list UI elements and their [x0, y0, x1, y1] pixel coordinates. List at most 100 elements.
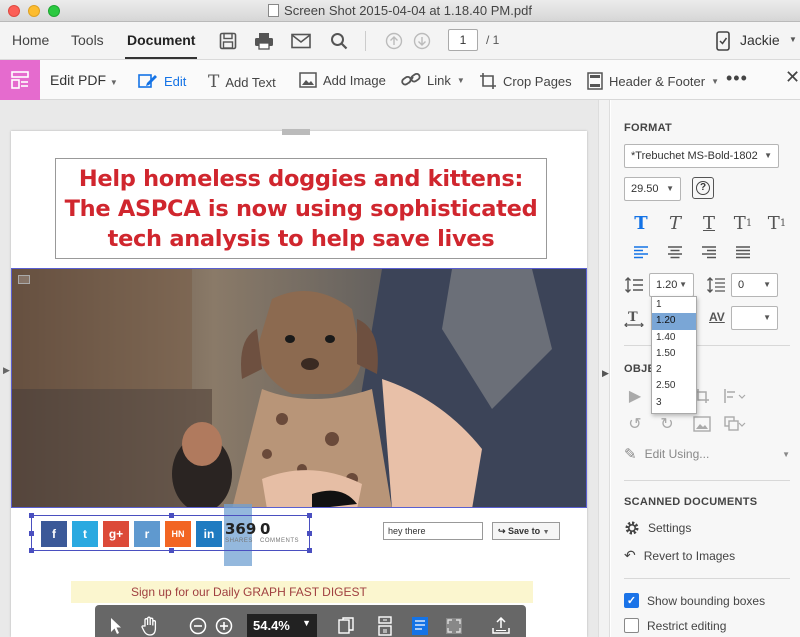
- social-share-bar[interactable]: f t g+ r HN in 369 SHARES 0 COMMENTS: [29, 513, 312, 553]
- left-pane-toggle-icon[interactable]: ▶: [3, 365, 10, 376]
- align-center-icon[interactable]: [658, 241, 692, 263]
- arrange-objects-icon[interactable]: [724, 385, 746, 407]
- bounding-box-handle[interactable]: [29, 548, 34, 553]
- scrolling-mode-icon[interactable]: [374, 615, 396, 637]
- comment-input[interactable]: hey there: [383, 522, 483, 540]
- show-bounding-boxes-option[interactable]: ✓ Show bounding boxes: [624, 593, 765, 608]
- link-button[interactable]: Link ▼: [401, 72, 465, 88]
- headline-text-box[interactable]: Help homeless doggies and kittens: The A…: [55, 158, 547, 259]
- zoom-out-icon[interactable]: [187, 615, 209, 637]
- rotate-right-icon[interactable]: ↻: [656, 413, 678, 435]
- rotate-left-icon[interactable]: ↺: [624, 413, 646, 435]
- pdf-page[interactable]: Help homeless doggies and kittens: The A…: [11, 131, 587, 637]
- line-spacing-option[interactable]: 2: [652, 362, 696, 378]
- download-icon[interactable]: [490, 615, 512, 637]
- bounding-box-handle[interactable]: [29, 531, 34, 536]
- hand-tool-icon[interactable]: [139, 615, 161, 637]
- bounding-box-handle[interactable]: [307, 531, 312, 536]
- facebook-share-icon[interactable]: f: [41, 521, 67, 547]
- restrict-editing-checkbox[interactable]: [624, 618, 639, 633]
- add-text-button[interactable]: T Add Text: [208, 72, 276, 92]
- bounding-box-handle[interactable]: [307, 548, 312, 553]
- tab-home[interactable]: Home: [12, 32, 49, 48]
- page-resize-tab[interactable]: [282, 129, 310, 135]
- bounding-box-handle[interactable]: [307, 513, 312, 518]
- character-spacing-select[interactable]: ▼: [731, 306, 778, 330]
- line-spacing-option[interactable]: 1: [652, 297, 696, 313]
- line-spacing-option[interactable]: 1.20: [652, 313, 696, 330]
- linkedin-share-icon[interactable]: in: [196, 521, 222, 547]
- italic-text-icon[interactable]: T: [658, 212, 692, 234]
- group-objects-icon[interactable]: [724, 413, 746, 435]
- google-plus-share-icon[interactable]: g+: [103, 521, 129, 547]
- close-tool-icon[interactable]: ✕: [785, 67, 800, 88]
- bounding-box-handle[interactable]: [169, 548, 174, 553]
- settings-button[interactable]: Settings: [624, 520, 691, 536]
- align-justify-icon[interactable]: [726, 241, 760, 263]
- newsletter-signup-bar[interactable]: Sign up for our Daily GRAPH FAST DIGEST: [71, 581, 533, 603]
- next-page-icon[interactable]: [410, 29, 434, 53]
- right-pane-toggle-icon[interactable]: ▶: [602, 368, 609, 379]
- save-icon[interactable]: [216, 29, 240, 53]
- show-bounding-boxes-checkbox[interactable]: ✓: [624, 593, 639, 608]
- font-family-select[interactable]: *Trebuchet MS-Bold-1802 ▼: [624, 144, 779, 168]
- subscript-icon[interactable]: T1: [760, 212, 794, 234]
- help-icon[interactable]: ?: [692, 177, 714, 199]
- two-page-view-icon[interactable]: [409, 615, 431, 637]
- select-cursor-icon[interactable]: [105, 615, 127, 637]
- header-footer-button[interactable]: Header & Footer ▼: [587, 72, 719, 90]
- bounding-box-handle[interactable]: [29, 513, 34, 518]
- paragraph-spacing-select[interactable]: 0 ▼: [731, 273, 778, 297]
- add-image-button[interactable]: Add Image: [299, 72, 386, 88]
- superscript-icon[interactable]: T1: [726, 212, 760, 234]
- tab-tools[interactable]: Tools: [71, 32, 104, 48]
- zoom-level-value: 54.4%: [253, 618, 290, 633]
- previous-page-icon[interactable]: [382, 29, 406, 53]
- bold-text-icon[interactable]: T: [624, 212, 658, 234]
- line-spacing-select[interactable]: 1.20 ▼: [649, 273, 694, 297]
- edit-tool-button[interactable]: Edit: [138, 72, 186, 90]
- align-right-icon[interactable]: [692, 241, 726, 263]
- line-spacing-option[interactable]: 2.50: [652, 378, 696, 394]
- page-number-input[interactable]: 1: [448, 29, 478, 51]
- align-left-icon[interactable]: [624, 241, 658, 263]
- reddit-share-icon[interactable]: r: [134, 521, 160, 547]
- character-spacing-dropdown-icon: ▼: [763, 313, 771, 322]
- replace-image-icon[interactable]: [691, 413, 713, 435]
- document-viewport[interactable]: ▶ Help homeless doggies and kittens: The…: [0, 100, 598, 637]
- more-tools-icon[interactable]: •••: [726, 68, 748, 89]
- right-pane-splitter[interactable]: ▶: [598, 100, 610, 637]
- mobile-link-icon[interactable]: [711, 29, 735, 53]
- font-size-select[interactable]: 29.50 ▼: [624, 177, 681, 201]
- page-display-icon[interactable]: [335, 615, 357, 637]
- edit-pdf-title[interactable]: Edit PDF ▼: [50, 72, 118, 88]
- user-name[interactable]: Jackie: [740, 32, 780, 48]
- twitter-share-icon[interactable]: t: [72, 521, 98, 547]
- revert-to-images-button[interactable]: ↶ Revert to Images: [624, 547, 735, 564]
- hacker-news-share-icon[interactable]: HN: [165, 521, 191, 547]
- print-icon[interactable]: [252, 29, 276, 53]
- search-icon[interactable]: [327, 29, 351, 53]
- line-spacing-option[interactable]: 1.50: [652, 346, 696, 362]
- paragraph-spacing-value: 0: [738, 279, 745, 291]
- article-photo[interactable]: [11, 268, 587, 508]
- zoom-in-icon[interactable]: [213, 615, 235, 637]
- article-headline[interactable]: Help homeless doggies and kittens: The A…: [56, 164, 546, 254]
- edit-pdf-tool-icon[interactable]: [0, 60, 40, 100]
- underline-text-icon[interactable]: T: [692, 212, 726, 234]
- tab-document[interactable]: Document: [124, 32, 198, 59]
- crop-pages-button[interactable]: Crop Pages: [479, 72, 572, 90]
- zoom-level-select[interactable]: 54.4% ▼: [247, 614, 317, 637]
- line-spacing-option[interactable]: 1.40: [652, 330, 696, 346]
- save-to-label: Save to: [508, 526, 541, 536]
- edit-using-button[interactable]: ✎ Edit Using... ▼: [624, 445, 790, 463]
- save-to-button[interactable]: ↪ Save to ▼: [492, 522, 560, 540]
- line-spacing-options-list[interactable]: 1 1.20 1.40 1.50 2 2.50 3: [651, 296, 697, 414]
- email-icon[interactable]: [289, 29, 313, 53]
- bounding-box-handle[interactable]: [169, 513, 174, 518]
- user-menu-chevron-icon[interactable]: ▼: [789, 35, 797, 44]
- line-spacing-option[interactable]: 3: [652, 395, 696, 411]
- full-screen-icon[interactable]: [443, 615, 465, 637]
- restrict-editing-option[interactable]: Restrict editing: [624, 618, 726, 633]
- flip-horizontal-icon[interactable]: ▶: [624, 385, 646, 407]
